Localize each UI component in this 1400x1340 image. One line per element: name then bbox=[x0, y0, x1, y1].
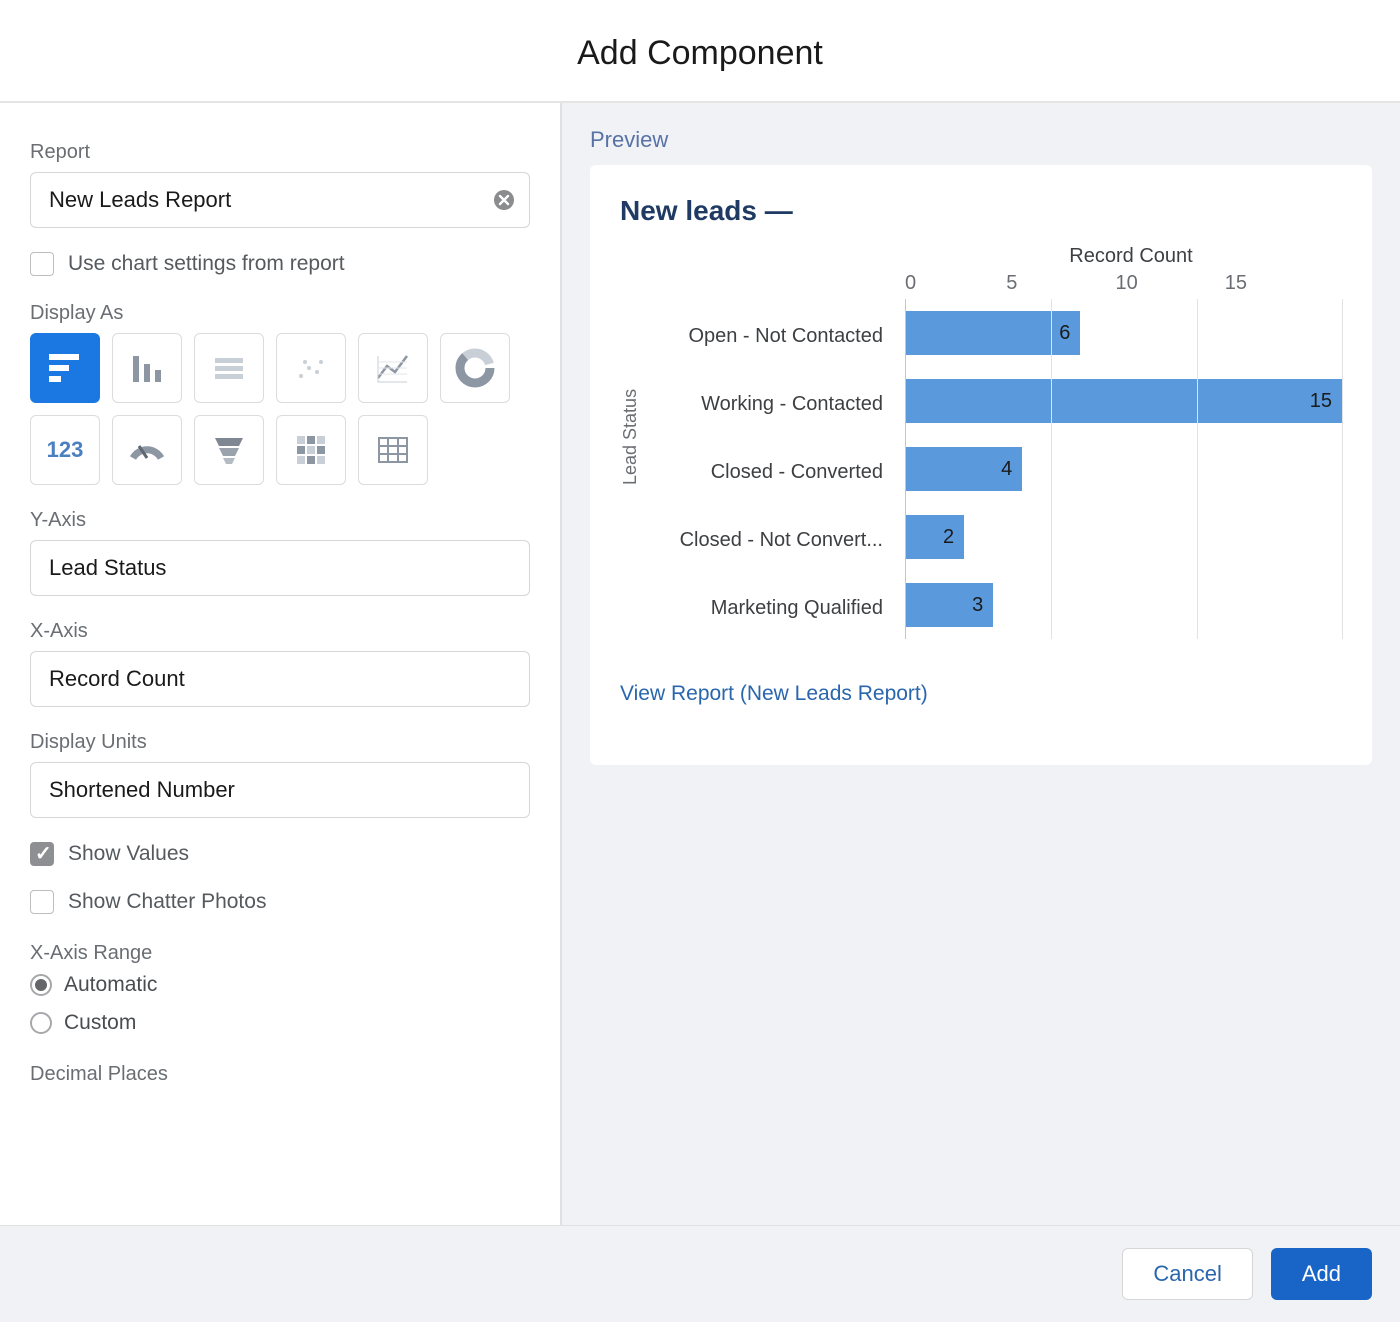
chart-bar: 15 bbox=[906, 379, 1342, 423]
decimal-places-label: Decimal Places bbox=[30, 1063, 530, 1086]
chart-type-table[interactable] bbox=[358, 415, 428, 485]
chart-type-donut[interactable] bbox=[440, 333, 510, 403]
display-units-select[interactable] bbox=[30, 762, 530, 818]
chart-category-label: Working - Contacted bbox=[653, 370, 893, 438]
preview-panel: Preview New leads — Record Count Lead St… bbox=[562, 103, 1400, 1225]
preview-card: New leads — Record Count Lead Status Ope… bbox=[590, 165, 1372, 765]
add-button[interactable]: Add bbox=[1271, 1248, 1372, 1300]
modal-footer: Cancel Add bbox=[0, 1225, 1400, 1322]
preview-heading: Preview bbox=[590, 121, 1372, 153]
chart-tick: 10 bbox=[1116, 272, 1225, 295]
report-label: Report bbox=[30, 141, 530, 164]
chart-type-metric[interactable]: 123 bbox=[30, 415, 100, 485]
chart-bar: 4 bbox=[906, 447, 1022, 491]
x-range-auto-label: Automatic bbox=[64, 973, 157, 997]
display-units-label: Display Units bbox=[30, 731, 530, 754]
x-axis-select[interactable] bbox=[30, 651, 530, 707]
view-report-link[interactable]: View Report (New Leads Report) bbox=[620, 682, 928, 706]
display-as-grid: 123 bbox=[30, 333, 530, 485]
chart-type-funnel[interactable] bbox=[194, 415, 264, 485]
display-as-label: Display As bbox=[30, 302, 530, 325]
use-chart-settings-checkbox[interactable] bbox=[30, 252, 54, 276]
chart-type-heatmap[interactable] bbox=[276, 415, 346, 485]
chart-y-axis-label: Lead Status bbox=[620, 272, 641, 642]
x-axis-label: X-Axis bbox=[30, 620, 530, 643]
chart-bar: 3 bbox=[906, 583, 993, 627]
x-range-auto-radio[interactable] bbox=[30, 974, 52, 996]
x-range-custom-radio[interactable] bbox=[30, 1012, 52, 1034]
chart-x-axis-label: Record Count bbox=[620, 245, 1342, 268]
chart-area: Lead Status Open - Not ContactedWorking … bbox=[620, 272, 1342, 642]
x-axis-range-label: X-Axis Range bbox=[30, 942, 530, 965]
x-range-custom-label: Custom bbox=[64, 1011, 136, 1035]
use-chart-settings-label: Use chart settings from report bbox=[68, 252, 345, 276]
metric-icon: 123 bbox=[47, 437, 84, 463]
chart-category-label: Marketing Qualified bbox=[653, 574, 893, 642]
chart-tick: 5 bbox=[1006, 272, 1115, 295]
chart-tick: 15 bbox=[1225, 272, 1334, 295]
chart-type-gauge[interactable] bbox=[112, 415, 182, 485]
modal-header: Add Component bbox=[0, 0, 1400, 103]
chart-type-vertical-bar[interactable] bbox=[112, 333, 182, 403]
chart-bar: 2 bbox=[906, 515, 964, 559]
chart-category-label: Closed - Converted bbox=[653, 438, 893, 506]
show-values-checkbox[interactable] bbox=[30, 842, 54, 866]
config-panel: Report Use chart settings from report Di… bbox=[0, 103, 562, 1225]
show-chatter-label: Show Chatter Photos bbox=[68, 890, 266, 914]
chart-category-label: Open - Not Contacted bbox=[653, 302, 893, 370]
chart-tick: 0 bbox=[905, 272, 1014, 295]
chart-type-horizontal-bar[interactable] bbox=[30, 333, 100, 403]
y-axis-label: Y-Axis bbox=[30, 509, 530, 532]
report-input[interactable] bbox=[30, 172, 530, 228]
chart-title: New leads — bbox=[620, 195, 1342, 227]
chart-category-label: Closed - Not Convert... bbox=[653, 506, 893, 574]
cancel-button[interactable]: Cancel bbox=[1122, 1248, 1252, 1300]
chart-bar: 6 bbox=[906, 311, 1080, 355]
chart-type-line[interactable] bbox=[358, 333, 428, 403]
chart-type-stacked-bar[interactable] bbox=[194, 333, 264, 403]
show-values-label: Show Values bbox=[68, 842, 189, 866]
show-chatter-checkbox[interactable] bbox=[30, 890, 54, 914]
chart-type-scatter[interactable] bbox=[276, 333, 346, 403]
y-axis-select[interactable] bbox=[30, 540, 530, 596]
modal-title: Add Component bbox=[0, 34, 1400, 73]
clear-icon[interactable] bbox=[492, 188, 516, 212]
